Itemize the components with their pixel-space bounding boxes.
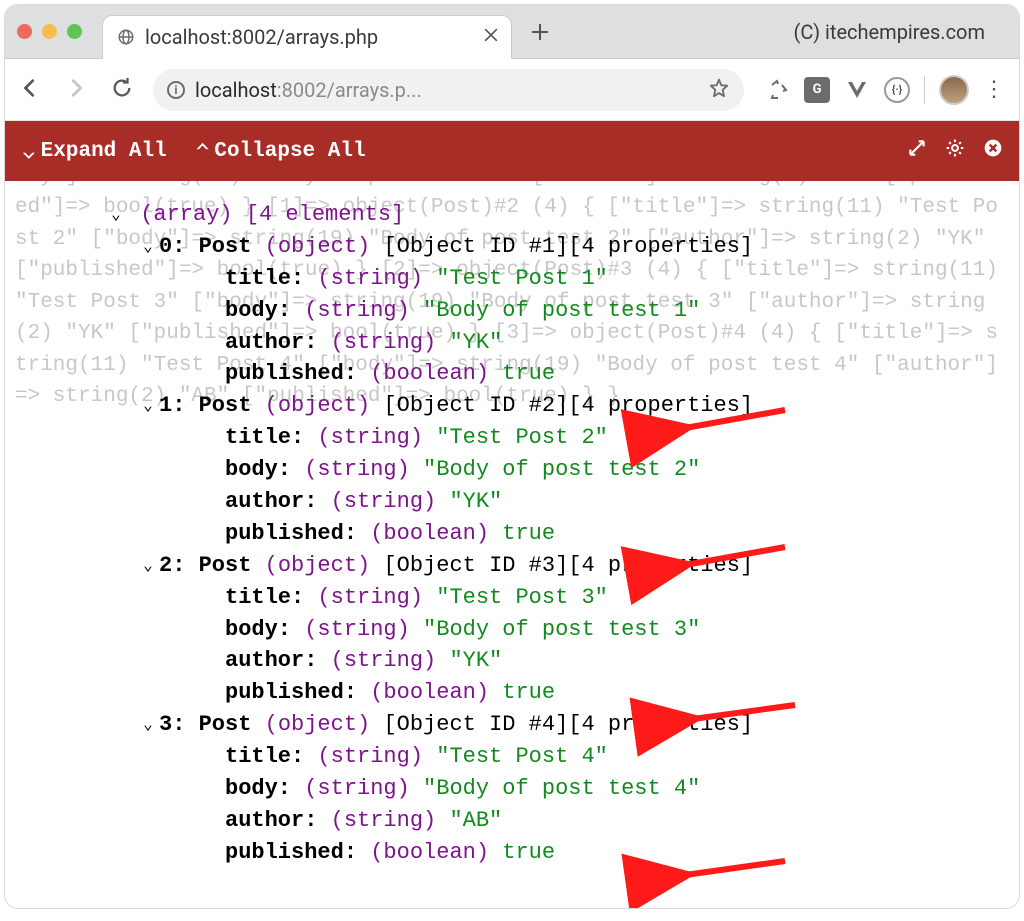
dump-property: body: (string) "Body of post test 1" bbox=[15, 295, 1009, 327]
minimize-window-button[interactable] bbox=[42, 24, 57, 39]
close-icon[interactable] bbox=[983, 138, 1003, 165]
dump-property: body: (string) "Body of post test 2" bbox=[15, 454, 1009, 486]
extension-vue-icon[interactable] bbox=[844, 77, 870, 103]
tab-strip: localhost:8002/arrays.php (C) itechempir… bbox=[5, 5, 1019, 59]
close-window-button[interactable] bbox=[17, 24, 32, 39]
forward-button[interactable] bbox=[65, 77, 87, 103]
toggle-caret[interactable]: ⌄ bbox=[137, 395, 159, 418]
globe-icon bbox=[117, 28, 135, 46]
dump-property: body: (string) "Body of post test 3" bbox=[15, 614, 1009, 646]
extension-g-icon[interactable]: G bbox=[804, 77, 830, 103]
dump-item-header: ⌄1: Post (object) [Object ID #2][4 prope… bbox=[15, 390, 1009, 422]
fullscreen-icon[interactable] bbox=[907, 138, 927, 165]
dump-root: ⌄ (array) [4 elements] bbox=[15, 199, 1009, 231]
extensions: G {·} ⋮ bbox=[764, 75, 1005, 105]
extension-json-icon[interactable]: {·} bbox=[884, 77, 910, 103]
gear-icon[interactable] bbox=[945, 138, 965, 165]
dump-item-header: ⌄0: Post (object) [Object ID #1][4 prope… bbox=[15, 231, 1009, 263]
dump-property: author: (string) "YK" bbox=[15, 486, 1009, 518]
tab-title: localhost:8002/arrays.php bbox=[145, 25, 471, 49]
address-bar[interactable]: i localhost:8002/arrays.p... bbox=[153, 69, 744, 111]
expand-all-button[interactable]: ⌄ Expand All bbox=[21, 136, 167, 167]
reload-button[interactable] bbox=[111, 77, 133, 103]
back-button[interactable] bbox=[19, 77, 41, 103]
url-text: localhost:8002/arrays.p... bbox=[195, 78, 422, 102]
dump-property: published: (boolean) true bbox=[15, 518, 1009, 550]
browser-toolbar: i localhost:8002/arrays.p... G {·} ⋮ bbox=[5, 59, 1019, 121]
dump-property: author: (string) "AB" bbox=[15, 805, 1009, 837]
dump-property: title: (string) "Test Post 4" bbox=[15, 741, 1009, 773]
browser-window: localhost:8002/arrays.php (C) itechempir… bbox=[4, 4, 1020, 909]
toggle-caret[interactable]: ⌄ bbox=[137, 236, 159, 259]
kebab-menu-icon[interactable]: ⋮ bbox=[983, 77, 1005, 102]
bookmark-star-icon[interactable] bbox=[708, 77, 730, 103]
dump-property: body: (string) "Body of post test 4" bbox=[15, 773, 1009, 805]
toggle-caret[interactable]: ⌄ bbox=[137, 714, 159, 737]
dump-property: author: (string) "YK" bbox=[15, 327, 1009, 359]
dump-property: author: (string) "YK" bbox=[15, 645, 1009, 677]
dump-toolbar: ⌄ Expand All ⌃ Collapse All bbox=[5, 121, 1019, 181]
dump-item-header: ⌄3: Post (object) [Object ID #4][4 prope… bbox=[15, 709, 1009, 741]
site-info-icon[interactable]: i bbox=[167, 81, 185, 99]
chevron-down-icon: ⌄ bbox=[21, 140, 37, 162]
toggle-caret[interactable]: ⌄ bbox=[137, 555, 159, 578]
dump-property: published: (boolean) true bbox=[15, 677, 1009, 709]
maximize-window-button[interactable] bbox=[67, 24, 82, 39]
browser-tab[interactable]: localhost:8002/arrays.php bbox=[102, 15, 512, 59]
recycle-icon[interactable] bbox=[764, 77, 790, 103]
dump-tree: ⌄ (array) [4 elements] ⌄0: Post (object)… bbox=[5, 181, 1019, 879]
dump-property: published: (boolean) true bbox=[15, 837, 1009, 869]
dump-property: published: (boolean) true bbox=[15, 358, 1009, 390]
collapse-all-button[interactable]: ⌃ Collapse All bbox=[195, 136, 366, 167]
dump-property: title: (string) "Test Post 2" bbox=[15, 422, 1009, 454]
dump-property: title: (string) "Test Post 1" bbox=[15, 263, 1009, 295]
toggle-caret[interactable]: ⌄ bbox=[105, 204, 127, 227]
nav-buttons bbox=[19, 77, 133, 103]
window-controls bbox=[17, 24, 82, 39]
close-tab-button[interactable] bbox=[481, 25, 501, 49]
dump-property: title: (string) "Test Post 3" bbox=[15, 582, 1009, 614]
dump-item-header: ⌄2: Post (object) [Object ID #3][4 prope… bbox=[15, 550, 1009, 582]
profile-avatar[interactable] bbox=[939, 75, 969, 105]
new-tab-button[interactable] bbox=[528, 20, 552, 44]
chevron-up-icon: ⌃ bbox=[195, 140, 211, 162]
root-type: (array) [4 elements] bbox=[140, 202, 404, 227]
watermark-text: (C) itechempires.com bbox=[794, 20, 985, 44]
url-path: :8002/arrays.p... bbox=[277, 78, 422, 102]
